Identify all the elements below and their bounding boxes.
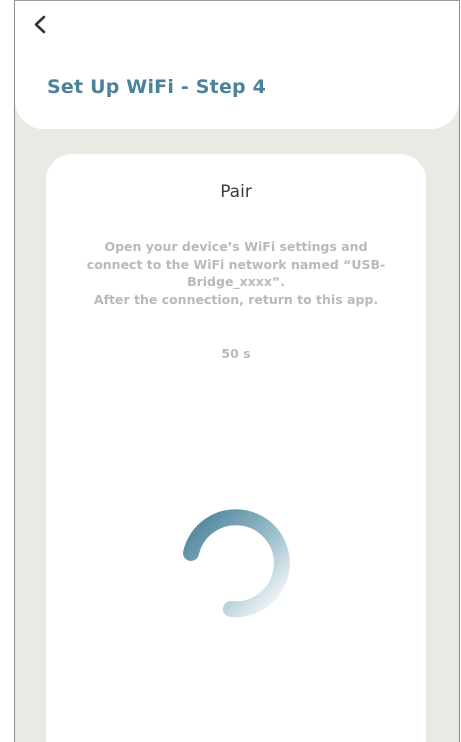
header: Set Up WiFi - Step 4	[15, 1, 459, 129]
page-title: Set Up WiFi - Step 4	[47, 76, 267, 98]
card-title: Pair	[220, 182, 252, 202]
loading-spinner-icon	[179, 505, 295, 621]
chevron-left-icon	[34, 15, 46, 34]
pairing-instructions: Open your device’s WiFi settings and con…	[66, 238, 406, 308]
pairing-card: Pair Open your device’s WiFi settings an…	[46, 154, 426, 742]
instruction-line: Open your device’s WiFi settings and	[104, 239, 368, 254]
back-button[interactable]	[29, 11, 57, 39]
instruction-line: connect to the WiFi network named “USB-	[86, 256, 386, 272]
instruction-line: Bridge_xxxx”.	[187, 274, 285, 289]
countdown-timer: 50 s	[221, 346, 251, 361]
phone-frame: Set Up WiFi - Step 4 Pair Open your devi…	[14, 0, 460, 742]
app-screen: Set Up WiFi - Step 4 Pair Open your devi…	[0, 0, 461, 742]
instruction-line: After the connection, return to this app…	[93, 291, 379, 307]
